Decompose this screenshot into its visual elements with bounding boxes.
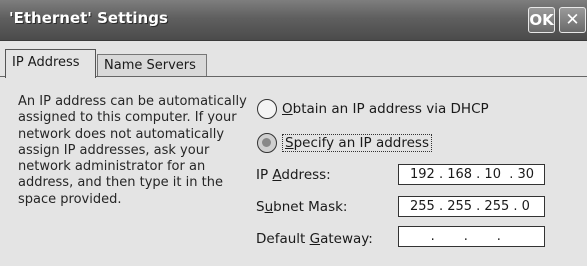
subnet-mask-label: Subnet Mask: bbox=[256, 199, 348, 215]
specify-option[interactable]: Specify an IP address bbox=[257, 132, 432, 154]
tab-ip-address[interactable]: IP Address bbox=[5, 49, 96, 78]
subnet-mask-field[interactable]: 255 . 255 . 255 . 0 bbox=[398, 196, 545, 217]
dhcp-accelerator: O bbox=[282, 101, 293, 117]
ok-button[interactable]: OK bbox=[528, 7, 555, 33]
default-gateway-label: Default Gateway: bbox=[256, 231, 373, 247]
title-bar[interactable]: 'Ethernet' Settings OK ✕ bbox=[0, 0, 587, 41]
specify-label: Specify an IP address bbox=[282, 134, 432, 152]
ip-address-label: IP Address: bbox=[256, 167, 331, 183]
window-title: 'Ethernet' Settings bbox=[9, 9, 168, 27]
tab-name-servers[interactable]: Name Servers bbox=[97, 54, 207, 77]
close-icon[interactable]: ✕ bbox=[559, 7, 586, 33]
ip-address-panel: An IP address can be automatically assig… bbox=[0, 77, 587, 266]
help-text: An IP address can be automatically assig… bbox=[18, 94, 247, 207]
dhcp-option[interactable]: Obtain an IP address via DHCP bbox=[257, 98, 489, 120]
tab-strip: IP Address Name Servers bbox=[0, 41, 587, 78]
specify-radio[interactable] bbox=[257, 133, 277, 153]
dhcp-radio[interactable] bbox=[257, 99, 277, 119]
ethernet-settings-window: 'Ethernet' Settings OK ✕ IP Address Name… bbox=[0, 0, 587, 266]
specify-accelerator: S bbox=[285, 135, 294, 151]
dhcp-label: Obtain an IP address via DHCP bbox=[282, 101, 489, 117]
default-gateway-field[interactable]: . . . bbox=[398, 226, 545, 247]
ip-address-field[interactable]: 192 . 168 . 10 . 30 bbox=[398, 164, 545, 185]
